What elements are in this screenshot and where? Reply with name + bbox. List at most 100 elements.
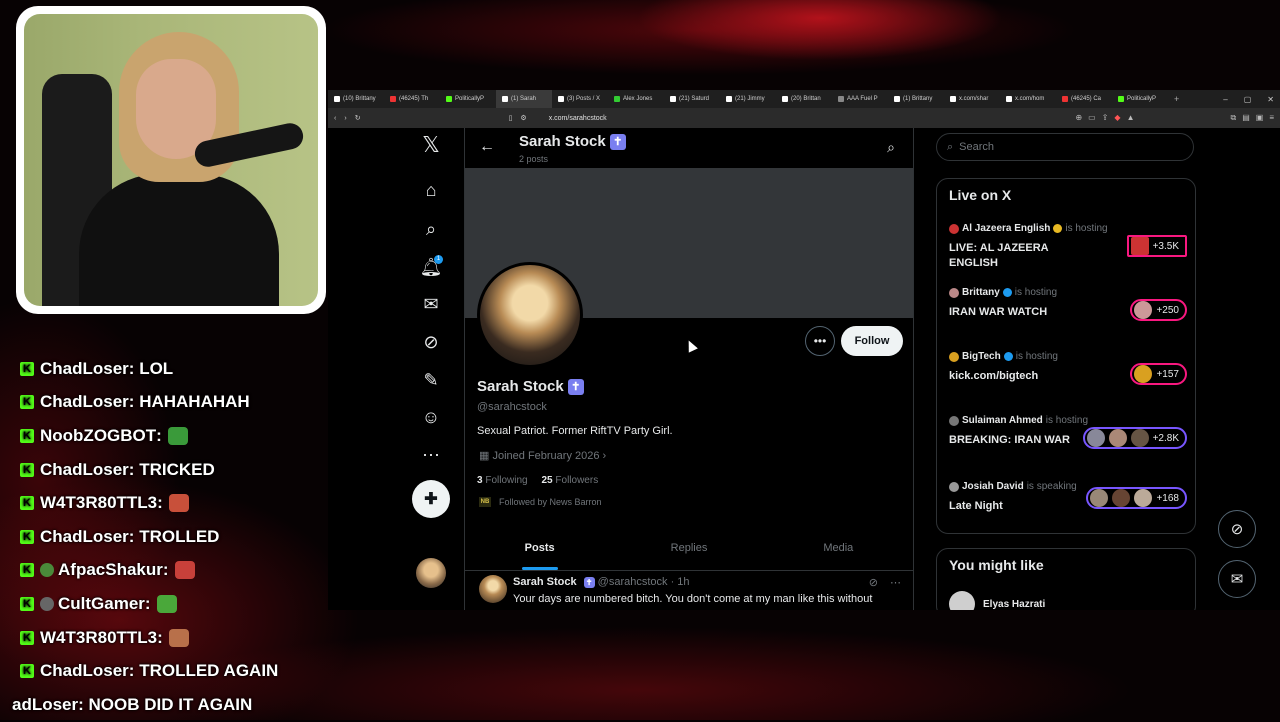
listener-count[interactable]: +168: [1086, 487, 1187, 509]
search-input[interactable]: ⌕ Search: [936, 133, 1194, 161]
chat-message: K ChadLoser: HAHAHAHAH: [0, 386, 330, 420]
url-field[interactable]: x.com/sarahcstock: [549, 115, 607, 122]
verified-icon: [1053, 224, 1063, 233]
header-title: Sarah Stock ✝: [519, 133, 626, 151]
right-sidebar: ⌕ Search Live on X Al Jazeera English is h…: [934, 128, 1198, 610]
browser-tab[interactable]: AAA Fuel P: [832, 90, 888, 108]
user-badge-icon: [40, 563, 54, 578]
space-title: Late Night: [949, 500, 1003, 512]
streamer-body: [79, 174, 279, 306]
kick-icon: K: [20, 529, 34, 544]
live-space-item[interactable]: Josiah David is speaking Late Night +168: [949, 481, 1187, 541]
more-icon[interactable]: ⋯: [890, 576, 901, 589]
listener-count[interactable]: +250: [1130, 299, 1187, 321]
more-icon[interactable]: ⋯: [408, 440, 454, 470]
wallet-icon[interactable]: ▣: [1256, 113, 1264, 123]
sidebar-icon[interactable]: ▤: [1242, 113, 1250, 123]
x-favicon-icon: [1006, 96, 1012, 102]
post-avatar[interactable]: [479, 575, 507, 603]
browser-tab[interactable]: (3) Posts / X: [552, 90, 608, 108]
zoom-icon[interactable]: ⊕: [1075, 113, 1082, 123]
live-space-item[interactable]: Brittany is hosting IRAN WAR WATCH +250: [949, 287, 1187, 347]
messages-float-icon[interactable]: ✉: [1218, 560, 1256, 598]
webcam-frame: [16, 6, 326, 314]
browser-tab[interactable]: PoliticallyP: [440, 90, 496, 108]
browser-tab[interactable]: x.com/hom: [1000, 90, 1056, 108]
back-icon[interactable]: ‹: [334, 115, 336, 122]
compose-post-button[interactable]: ✚: [412, 480, 450, 518]
follow-button[interactable]: Follow: [841, 326, 903, 356]
browser-tab[interactable]: Alex Jones: [608, 90, 664, 108]
search-icon: ⌕: [947, 140, 954, 153]
x-favicon-icon: [894, 96, 900, 102]
screen-icon[interactable]: ▭: [1088, 113, 1096, 123]
suggested-avatar: [949, 591, 975, 610]
profile-avatar[interactable]: [477, 262, 583, 368]
grok-icon[interactable]: ⊘: [869, 576, 878, 589]
window-controls: – ▢ ✕: [1223, 95, 1280, 104]
browser-tab-active[interactable]: (1) Sarah: [496, 90, 552, 108]
extensions-icon[interactable]: ⧉: [1230, 113, 1236, 123]
chat-message: K CultGamer:: [0, 587, 330, 621]
live-space-item[interactable]: Sulaiman Ahmed is hosting BREAKING: IRAN …: [949, 415, 1187, 475]
browser-tab[interactable]: (21) Jimmy: [720, 90, 776, 108]
more-options-button[interactable]: •••: [805, 326, 835, 356]
emote-icon: [156, 594, 177, 613]
listener-count[interactable]: +3.5K: [1126, 235, 1187, 257]
close-icon[interactable]: ✕: [1267, 95, 1274, 104]
post-item[interactable]: Sarah Stock ✝ @sarahcstock · 1h Your days…: [465, 571, 913, 610]
x-favicon-icon: [950, 96, 956, 102]
tab-replies[interactable]: Replies: [614, 526, 763, 570]
site-info-icon[interactable]: ⚙: [520, 114, 526, 122]
browser-tab[interactable]: PoliticallyP: [1112, 90, 1168, 108]
kick-favicon-icon: [1118, 96, 1124, 102]
profile-icon[interactable]: ☺: [408, 402, 454, 432]
following-link[interactable]: 3 Following: [477, 475, 528, 486]
back-arrow-icon[interactable]: ←: [479, 138, 495, 156]
rewards-icon[interactable]: ▲: [1127, 113, 1135, 123]
forward-icon[interactable]: ›: [344, 115, 346, 122]
suggested-account[interactable]: Elyas Hazrati: [949, 591, 1045, 610]
lists-icon[interactable]: ✎: [408, 365, 454, 395]
follower-avatar: NB: [479, 497, 491, 507]
x-favicon-icon: [782, 96, 788, 102]
user-badge-icon: [40, 596, 54, 611]
live-space-item[interactable]: BigTech is hosting kick.com/bigtech +157: [949, 351, 1187, 411]
search-icon[interactable]: ⌕: [887, 139, 895, 156]
tab-media[interactable]: Media: [764, 526, 913, 570]
explore-search-icon[interactable]: ⌕: [408, 214, 454, 244]
followers-link[interactable]: 25 Followers: [542, 475, 599, 486]
browser-tab[interactable]: (46245) Th: [384, 90, 440, 108]
grok-icon[interactable]: ⊘: [408, 327, 454, 357]
browser-tab[interactable]: (46245) Ca: [1056, 90, 1112, 108]
bookmark-icon[interactable]: ▯: [509, 114, 513, 122]
listener-avatar: [1108, 429, 1127, 447]
listener-avatar: [1134, 365, 1153, 383]
new-tab-icon[interactable]: +: [1174, 94, 1179, 104]
browser-tab[interactable]: (21) Saturd: [664, 90, 720, 108]
home-icon[interactable]: ⌂: [408, 175, 454, 205]
minimize-icon[interactable]: –: [1223, 95, 1227, 104]
followed-by[interactable]: NB Followed by News Barron: [479, 497, 602, 507]
reload-icon[interactable]: ↻: [355, 114, 361, 122]
browser-tab[interactable]: x.com/shar: [944, 90, 1000, 108]
maximize-icon[interactable]: ▢: [1244, 95, 1252, 104]
browser-tab[interactable]: (10) Brittany: [328, 90, 384, 108]
brave-shield-icon[interactable]: ◆: [1114, 113, 1120, 123]
cross-icon: ✝: [567, 379, 584, 396]
menu-icon[interactable]: ≡: [1269, 113, 1274, 123]
listener-count[interactable]: +2.8K: [1082, 427, 1187, 449]
tab-posts[interactable]: Posts: [465, 526, 614, 570]
grok-float-icon[interactable]: ⊘: [1218, 510, 1256, 548]
host-avatar: [949, 287, 959, 298]
x-logo-icon[interactable]: 𝕏: [408, 130, 454, 160]
browser-tab[interactable]: (1) Brittany: [888, 90, 944, 108]
listener-count[interactable]: +157: [1130, 363, 1187, 385]
live-space-item[interactable]: Al Jazeera English is hosting LIVE: AL JA…: [949, 223, 1187, 283]
notifications-icon[interactable]: 🔔︎ 1: [408, 252, 454, 282]
x-favicon-icon: [726, 96, 732, 102]
messages-icon[interactable]: ✉: [408, 289, 454, 319]
share-icon[interactable]: ⇪: [1102, 113, 1109, 123]
browser-tab[interactable]: (20) Brittan: [776, 90, 832, 108]
account-avatar[interactable]: [416, 558, 446, 588]
